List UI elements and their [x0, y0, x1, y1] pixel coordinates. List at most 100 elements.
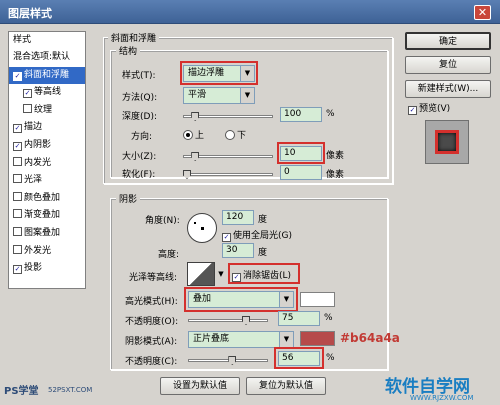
style-label: 样式(T):: [122, 71, 156, 81]
sidebar-item-label: 光泽: [24, 175, 43, 186]
checkbox-icon[interactable]: ✓: [13, 124, 22, 134]
depth-unit: %: [326, 109, 335, 119]
title-bar: [0, 0, 500, 24]
highlight-opacity-input[interactable]: 75: [278, 311, 320, 326]
shadow-color-swatch[interactable]: [300, 331, 335, 346]
direction-up-radio[interactable]: 上: [183, 128, 204, 141]
highlight-frame-style: [180, 61, 258, 85]
angle-dial-point: [194, 222, 196, 224]
sidebar-item-label: 外发光: [24, 245, 52, 256]
sidebar-item[interactable]: ✓ 斜面和浮雕: [9, 66, 85, 84]
size-slider[interactable]: [183, 152, 273, 161]
sidebar-item[interactable]: 渐变叠加: [9, 207, 85, 224]
sidebar-item[interactable]: 外发光: [9, 243, 85, 260]
direction-down-radio[interactable]: 下: [225, 128, 246, 141]
checkbox-icon[interactable]: [13, 156, 22, 166]
sidebar-item-label: 等高线: [34, 87, 62, 98]
highlight-frame-opacity: [274, 347, 324, 369]
highlight-color-swatch[interactable]: [300, 292, 335, 307]
preview-thumbnail: [425, 120, 469, 164]
size-label: 大小(Z):: [122, 152, 157, 162]
watermark-left-url: 52PSXT.COM: [48, 386, 93, 394]
angle-input[interactable]: 120: [222, 210, 254, 225]
styles-list: 样式 混合选项:默认 ✓ 斜面和浮雕 ✓ 等高线 纹理 ✓ 描边 ✓ 内阴影 内发光 光泽 颜色叠加 渐变…: [8, 31, 86, 289]
sidebar-item-label: 斜面和浮雕: [24, 69, 70, 80]
sidebar-item-label: 描边: [24, 122, 43, 133]
soften-label: 软化(F):: [122, 170, 156, 180]
global-light-checkbox[interactable]: ✓ 使用全局光(G): [222, 228, 292, 242]
method-select[interactable]: 平滑 ▼: [183, 87, 255, 104]
sidebar-item-label: 图案叠加: [24, 228, 61, 238]
checkbox-icon[interactable]: ✓: [23, 89, 32, 99]
soften-slider[interactable]: [183, 170, 273, 179]
highlight-opacity-slider[interactable]: [188, 316, 268, 325]
sidebar-item[interactable]: 颜色叠加: [9, 190, 85, 207]
sidebar-item[interactable]: 内发光: [9, 155, 85, 172]
sidebar-item[interactable]: 图案叠加: [9, 225, 85, 242]
checkbox-icon[interactable]: ✓: [13, 265, 22, 275]
slider-thumb[interactable]: [191, 112, 200, 121]
sidebar-item[interactable]: 光泽: [9, 172, 85, 189]
shadow-opacity-slider[interactable]: [188, 356, 268, 365]
checkbox-icon[interactable]: [13, 227, 22, 236]
checkbox-icon[interactable]: ✓: [13, 71, 22, 81]
checkbox-icon: ✓: [222, 233, 231, 242]
angle-unit: 度: [258, 215, 268, 225]
color-annotation: #b64a4a: [340, 331, 400, 345]
sidebar-item-label: 渐变叠加: [24, 210, 61, 221]
sidebar-item[interactable]: 混合选项:默认: [9, 49, 85, 66]
reset-default-button[interactable]: 复位为默认值: [246, 377, 326, 395]
gloss-contour-preview[interactable]: [187, 262, 215, 286]
preview-checkbox[interactable]: ✓ 预览(V): [408, 101, 450, 115]
sidebar-item[interactable]: ✓ 内阴影: [9, 137, 85, 154]
size-unit: 像素: [326, 151, 345, 161]
direction-up-label: 上: [195, 131, 205, 141]
sidebar-item[interactable]: ✓ 投影: [9, 260, 85, 277]
highlight-frame-antialias: [228, 263, 300, 284]
sidebar-item[interactable]: 纹理: [9, 102, 85, 119]
angle-label: 角度(N):: [145, 216, 180, 226]
sidebar-item-label: 颜色叠加: [24, 192, 61, 203]
global-light-label: 使用全局光(G): [233, 231, 292, 241]
chevron-down-icon[interactable]: ▼: [216, 262, 226, 286]
sidebar-item[interactable]: ✓ 描边: [9, 119, 85, 136]
watermark-right-url: WWW.RJZXW.COM: [410, 394, 474, 402]
highlight-mode-label: 高光模式(H):: [125, 297, 178, 307]
checkbox-icon[interactable]: [23, 103, 32, 113]
reset-button[interactable]: 复位: [405, 56, 491, 74]
altitude-input[interactable]: 30: [222, 243, 254, 258]
angle-dial-center: [201, 227, 204, 230]
sidebar-item-label: 纹理: [34, 104, 53, 115]
slider-thumb[interactable]: [183, 170, 191, 179]
direction-label: 方向:: [131, 132, 153, 142]
new-style-button[interactable]: 新建样式(W)...: [405, 80, 491, 98]
method-select-value: 平滑: [188, 90, 207, 100]
watermark-left: PS学堂: [4, 386, 39, 397]
angle-dial[interactable]: [187, 213, 217, 243]
ok-button[interactable]: 确定: [405, 32, 491, 50]
sidebar-item[interactable]: ✓ 等高线: [9, 84, 85, 101]
close-button[interactable]: ✕: [474, 5, 491, 20]
styles-list-header: 样式: [13, 35, 32, 45]
highlight-opacity-unit: %: [324, 313, 333, 323]
checkbox-icon[interactable]: [13, 191, 22, 201]
altitude-label: 高度:: [158, 250, 180, 260]
shadow-mode-select[interactable]: 正片叠底 ▼: [188, 331, 294, 348]
slider-thumb[interactable]: [228, 356, 237, 365]
slider-thumb[interactable]: [242, 316, 250, 325]
gloss-contour-label: 光泽等高线:: [129, 273, 178, 283]
depth-slider[interactable]: [183, 112, 273, 121]
checkbox-icon[interactable]: ✓: [13, 142, 22, 151]
make-default-button[interactable]: 设置为默认值: [160, 377, 240, 395]
preview-label: 预览(V): [419, 104, 451, 114]
soften-input[interactable]: 0: [280, 165, 322, 180]
shadow-opacity-unit: %: [326, 353, 335, 363]
altitude-unit: 度: [258, 248, 268, 258]
checkbox-icon[interactable]: [13, 209, 22, 219]
checkbox-icon[interactable]: [13, 244, 22, 254]
slider-thumb[interactable]: [191, 152, 200, 161]
sidebar-item-label: 混合选项:默认: [13, 52, 71, 62]
shadow-mode-label: 阴影模式(A):: [125, 337, 178, 347]
checkbox-icon[interactable]: [13, 174, 22, 184]
depth-input[interactable]: 100: [280, 107, 322, 122]
